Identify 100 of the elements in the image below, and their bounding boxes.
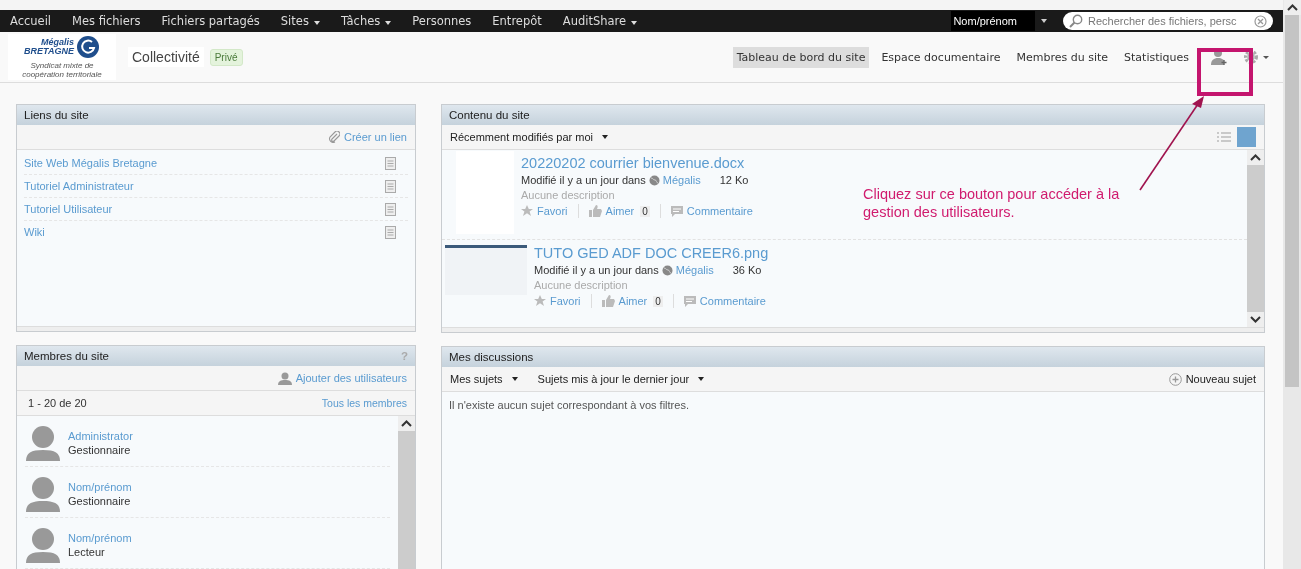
filter-dropdown[interactable]: Sujets mis à jour le dernier jour bbox=[537, 373, 705, 385]
resize-handle[interactable] bbox=[442, 327, 1264, 332]
member-role: Lecteur bbox=[68, 545, 106, 558]
search-icon bbox=[1069, 14, 1083, 28]
list-view-icon[interactable] bbox=[1217, 131, 1231, 143]
nav-menu-item[interactable]: Tâches bbox=[340, 14, 392, 28]
file-size: 12 Ko bbox=[719, 174, 749, 186]
user-menu[interactable]: Nom/prénom bbox=[951, 11, 1035, 31]
comment-button[interactable]: Commentaire bbox=[670, 205, 753, 217]
favorite-button[interactable]: Favori bbox=[521, 205, 568, 217]
file-size: 36 Ko bbox=[732, 264, 762, 276]
like-count: 0 bbox=[640, 205, 650, 217]
comment-icon bbox=[670, 205, 683, 217]
comment-button[interactable]: Commentaire bbox=[683, 295, 766, 307]
create-link-button[interactable]: Créer un lien bbox=[328, 131, 407, 143]
logo-subtitle: Syndicat mixte de coopération territoriale bbox=[21, 61, 103, 79]
scroll-up-icon[interactable] bbox=[1247, 150, 1264, 165]
site-link[interactable]: Tutoriel Administrateur bbox=[24, 180, 134, 192]
star-icon bbox=[534, 295, 546, 307]
document-name[interactable]: TUTO GED ADF DOC CREER6.png bbox=[534, 245, 769, 261]
document-description: Aucune description bbox=[521, 189, 616, 201]
site-link[interactable]: Mégalis bbox=[675, 264, 714, 276]
site-nav-link[interactable]: Statistiques bbox=[1120, 46, 1193, 68]
scroll-up-icon[interactable] bbox=[398, 416, 415, 431]
scroll-down-icon[interactable] bbox=[1247, 312, 1264, 327]
nav-menu-item[interactable]: Fichiers partagés bbox=[161, 14, 260, 28]
settings-icon[interactable] bbox=[1243, 49, 1269, 65]
scroll-up-icon[interactable] bbox=[1283, 0, 1301, 15]
site-link[interactable]: Wiki bbox=[24, 226, 45, 238]
star-icon bbox=[521, 205, 533, 217]
document-icon bbox=[385, 202, 396, 216]
resize-handle[interactable] bbox=[17, 326, 415, 331]
visibility-badge: Privé bbox=[209, 48, 243, 66]
page-scrollbar[interactable] bbox=[1283, 0, 1301, 569]
member-name[interactable]: Nom/prénom bbox=[68, 480, 132, 493]
site-nav-link[interactable]: Tableau de bord du site bbox=[732, 46, 870, 68]
favorite-button[interactable]: Favori bbox=[534, 295, 581, 307]
filter-dropdown[interactable]: Récemment modifiés par moi bbox=[450, 131, 609, 143]
add-users-link[interactable]: Ajouter des utilisateurs bbox=[277, 371, 407, 385]
like-count: 0 bbox=[653, 295, 663, 307]
nav-menu-item[interactable]: AuditShare bbox=[562, 14, 638, 28]
user-icon bbox=[277, 371, 292, 385]
globe-icon bbox=[648, 174, 660, 186]
caret-icon bbox=[631, 21, 638, 25]
search-field[interactable]: Rechercher des fichiers, persc bbox=[1063, 12, 1273, 30]
nav-menu-item[interactable]: Entrepôt bbox=[492, 14, 542, 28]
site-link[interactable]: Mégalis bbox=[662, 174, 701, 186]
member-name[interactable]: Administrator bbox=[68, 429, 133, 442]
avatar-icon bbox=[26, 526, 60, 563]
all-members-link[interactable]: Tous les membres bbox=[321, 397, 407, 409]
site-nav-link[interactable]: Membres du site bbox=[1012, 46, 1113, 68]
empty-message: Il n'existe aucun sujet correspondant à vos filtres. bbox=[449, 399, 689, 411]
like-button[interactable]: Aimer bbox=[588, 205, 635, 217]
help-button[interactable]: ? bbox=[400, 350, 408, 362]
document-icon bbox=[385, 156, 396, 170]
filter-dropdown[interactable]: Mes sujets bbox=[450, 373, 518, 385]
plus-circle-icon bbox=[1168, 372, 1182, 386]
site-title: Collectivité bbox=[128, 47, 204, 67]
nav-menu-item[interactable]: Sites bbox=[280, 14, 320, 28]
logo-text: BRETAGNE bbox=[24, 47, 74, 56]
document-name[interactable]: 20220202 courrier bienvenue.docx bbox=[521, 155, 753, 171]
member-role: Gestionnaire bbox=[68, 494, 132, 507]
document-icon bbox=[385, 225, 396, 239]
site-link[interactable]: Tutoriel Utilisateur bbox=[24, 203, 113, 215]
nav-menu-item[interactable]: Mes fichiers bbox=[72, 14, 141, 28]
caret-icon bbox=[1041, 19, 1047, 23]
like-button[interactable]: Aimer bbox=[601, 295, 648, 307]
site-link[interactable]: Site Web Mégalis Bretagne bbox=[24, 157, 158, 169]
nav-menu-item[interactable]: Accueil bbox=[10, 14, 52, 28]
new-topic-button[interactable]: Nouveau sujet bbox=[1168, 372, 1256, 386]
caret-icon bbox=[602, 135, 609, 139]
modified-text: Modifié il y a un jour dans bbox=[534, 264, 659, 276]
member-count: 1 - 20 de 20 bbox=[27, 397, 87, 409]
panel-title: Contenu du site bbox=[442, 105, 1264, 125]
document-icon bbox=[385, 179, 396, 193]
scrollbar[interactable] bbox=[398, 416, 415, 569]
member-role: Gestionnaire bbox=[68, 443, 132, 456]
logo-text: Mégalis bbox=[40, 38, 74, 47]
modified-text: Modifié il y a un jour dans bbox=[521, 174, 646, 186]
panel-title: Mes discussions bbox=[442, 347, 1264, 367]
caret-icon bbox=[313, 21, 320, 25]
paperclip-icon bbox=[328, 131, 340, 143]
highlight-frame bbox=[1197, 48, 1253, 96]
scrollbar[interactable] bbox=[1247, 150, 1264, 327]
panel-title: Liens du site bbox=[17, 105, 415, 125]
member-name[interactable]: Nom/prénom bbox=[68, 531, 132, 544]
caret-icon bbox=[385, 21, 392, 25]
comment-icon bbox=[683, 295, 696, 307]
nav-menu-item[interactable]: Personnes bbox=[412, 14, 472, 28]
caret-icon bbox=[511, 377, 518, 381]
avatar-icon bbox=[26, 424, 60, 461]
avatar-icon bbox=[26, 475, 60, 512]
site-nav-link[interactable]: Espace documentaire bbox=[877, 46, 1005, 68]
clear-icon[interactable] bbox=[1254, 14, 1267, 28]
caret-icon bbox=[698, 377, 705, 381]
panel-title: Membres du site bbox=[24, 350, 109, 362]
thumbs-up-icon bbox=[601, 295, 615, 307]
document-description: Aucune description bbox=[534, 279, 629, 291]
thumbs-up-icon bbox=[588, 205, 602, 217]
globe-icon bbox=[661, 264, 673, 276]
